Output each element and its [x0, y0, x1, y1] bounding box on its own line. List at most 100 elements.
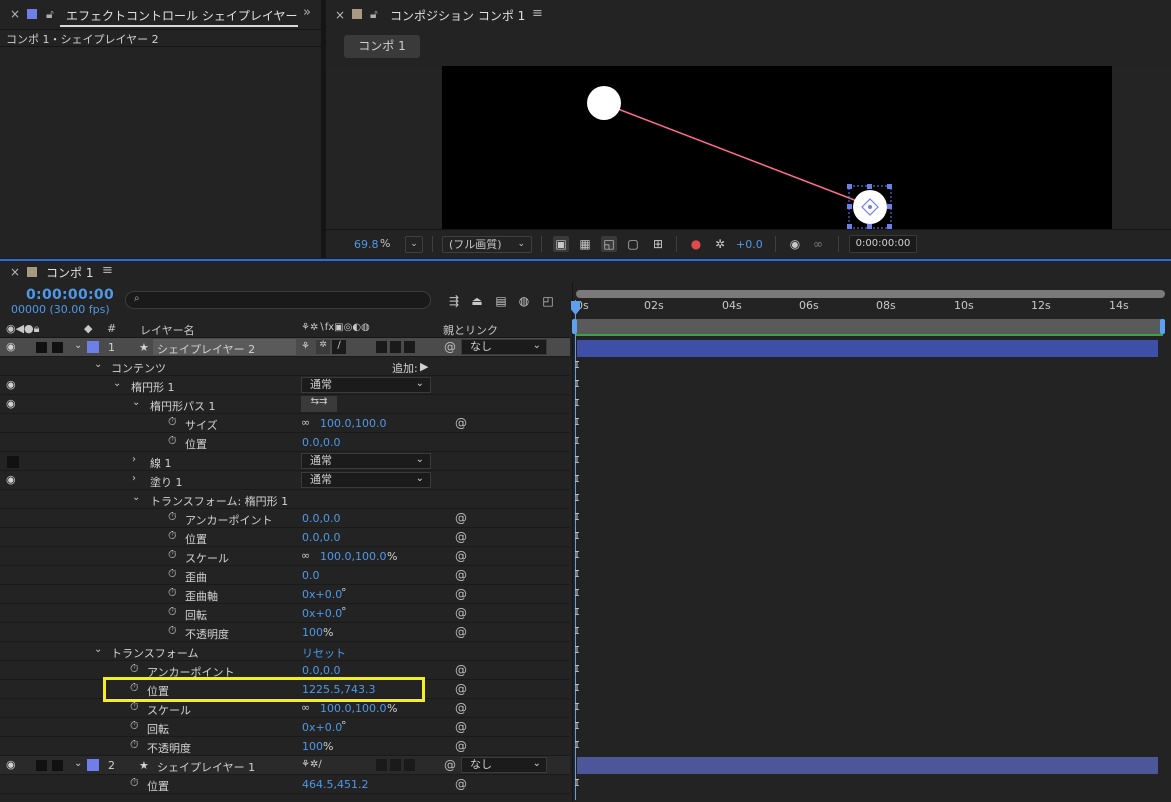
expression-pickwhip-icon[interactable]: @ — [455, 625, 467, 639]
switch-box[interactable] — [390, 341, 401, 353]
expression-pickwhip-icon[interactable]: @ — [455, 739, 467, 753]
expression-pickwhip-icon[interactable]: @ — [455, 777, 467, 791]
property-value[interactable]: 0x+0.0 — [302, 588, 342, 601]
eye-icon[interactable]: ◉ — [6, 758, 16, 771]
collapse-switch[interactable]: ✲ — [316, 340, 330, 354]
parent-dropdown[interactable]: なし ⌄ — [461, 339, 547, 355]
property-value[interactable]: 100.0,100.0 — [320, 417, 386, 430]
stopwatch-icon[interactable]: ⏱ — [168, 416, 180, 428]
stopwatch-icon[interactable]: ⏱ — [168, 625, 180, 637]
chevron-right-icon[interactable]: › — [132, 454, 136, 465]
keyframe-marker[interactable]: I — [574, 379, 580, 390]
motion-blur-icon[interactable]: ◍ — [516, 293, 532, 309]
comp-flow-button[interactable]: コンポ 1 — [344, 35, 420, 58]
switch-box[interactable] — [404, 341, 415, 353]
keyframe-marker[interactable]: I — [574, 664, 580, 675]
eye-icon[interactable]: ◉ — [6, 473, 16, 486]
property-value[interactable]: 0.0,0.0 — [302, 512, 340, 525]
close-icon[interactable]: × — [335, 8, 345, 22]
expression-pickwhip-icon[interactable]: @ — [455, 701, 467, 715]
color-management-icon[interactable]: ✲ — [712, 236, 728, 252]
visibility-switch[interactable] — [7, 456, 19, 468]
quality-switch[interactable]: ∕ — [332, 340, 346, 354]
parent-dropdown[interactable]: なし ⌄ — [461, 757, 547, 773]
property-value[interactable]: 0.0 — [302, 569, 320, 582]
property-value[interactable]: 100.0,100.0 — [320, 550, 386, 563]
resolution-dropdown[interactable]: (フル画質) ⌄ — [442, 236, 532, 253]
show-snapshot-icon[interactable]: ∞ — [810, 236, 826, 252]
effect-controls-tab-title[interactable]: エフェクトコントロール シェイプレイヤー — [66, 7, 297, 24]
property-row-opacity[interactable]: ⏱ 不透明度 100 % @ — [0, 737, 570, 756]
layer-name[interactable]: シェイプレイヤー 1 — [157, 759, 255, 775]
expression-pickwhip-icon[interactable]: @ — [455, 682, 467, 696]
expression-pickwhip-icon[interactable]: @ — [455, 530, 467, 544]
chevron-down-icon[interactable]: ⌄ — [132, 492, 140, 503]
ellipse-path-row[interactable]: ◉ ⌄ 楕円形パス 1 ⇆⇉ — [0, 395, 570, 414]
expression-pickwhip-icon[interactable]: @ — [455, 606, 467, 620]
expression-pickwhip-icon[interactable]: @ — [455, 587, 467, 601]
chevron-right-icon[interactable]: › — [132, 473, 136, 484]
comp-timecode-field[interactable]: 0:00:00:00 — [849, 235, 917, 253]
reset-link[interactable]: リセット — [302, 645, 346, 661]
stopwatch-icon[interactable]: ⏱ — [168, 549, 180, 561]
property-value[interactable]: 0x+0.0 — [302, 721, 342, 734]
property-value[interactable]: 0.0,0.0 — [302, 531, 340, 544]
ellipse-group-row[interactable]: ◉ ⌄ 楕円形 1 通常 ⌄ — [0, 376, 570, 395]
layer-2-duration-bar[interactable] — [577, 757, 1158, 774]
current-timecode[interactable]: 0:00:00:00 — [26, 287, 114, 303]
chevron-down-icon[interactable]: ⌄ — [94, 644, 102, 655]
label-icon[interactable]: ◆ — [84, 322, 92, 335]
add-play-icon[interactable]: ▶ — [420, 360, 428, 373]
zoom-value[interactable]: 69.8 — [354, 238, 379, 251]
panel-menu-icon[interactable]: ≡ — [532, 6, 543, 21]
lock-icon[interactable]: 🔓︎ — [46, 7, 54, 22]
shape-circle-1[interactable] — [587, 86, 621, 120]
lock-icon[interactable]: 🔓︎ — [370, 7, 378, 22]
av-features-icon[interactable]: ◉◀●🔒︎ — [6, 322, 40, 336]
keyframe-marker[interactable]: I — [574, 512, 580, 523]
fill-row[interactable]: ◉ › 塗り 1 通常 ⌄ — [0, 471, 570, 490]
chevron-down-icon[interactable]: ⌄ — [74, 340, 82, 351]
property-row-et-skew-axis[interactable]: ⏱ 歪曲軸 0x+0.0 ° @ — [0, 585, 570, 604]
keyframe-marker[interactable]: I — [574, 455, 580, 466]
solo-switch[interactable] — [36, 342, 47, 353]
blend-mode-dropdown[interactable]: 通常 ⌄ — [301, 453, 431, 469]
chevron-down-icon[interactable]: ⌄ — [113, 378, 121, 389]
pickwhip-icon[interactable]: @ — [444, 340, 456, 354]
constrain-proportions-icon[interactable]: ∞ — [301, 416, 310, 429]
mask-path-icon[interactable]: ◱ — [601, 236, 617, 252]
layer-row-2[interactable]: ◉ ⌄ 2 ★ シェイプレイヤー 1 ⚘✲∕ @ なし ⌄ — [0, 756, 570, 775]
chevron-down-icon[interactable]: ⌄ — [74, 758, 82, 769]
transform-row[interactable]: ⌄ トランスフォーム リセット — [0, 642, 570, 661]
property-row-et-scale[interactable]: ⏱ スケール ∞ 100.0,100.0 % @ — [0, 547, 570, 566]
keyframe-marker[interactable]: I — [574, 531, 580, 542]
keyframe-marker[interactable]: I — [574, 436, 580, 447]
channel-rgb-icon[interactable]: ● — [688, 236, 704, 252]
property-value[interactable]: 100.0,100.0 — [320, 702, 386, 715]
property-row-et-skew[interactable]: ⏱ 歪曲 0.0 @ — [0, 566, 570, 585]
constrain-proportions-icon[interactable]: ∞ — [301, 549, 310, 562]
keyframe-marker[interactable]: I — [574, 493, 580, 504]
stopwatch-icon[interactable]: ⏱ — [130, 663, 142, 675]
keyframe-marker[interactable]: I — [574, 740, 580, 751]
eye-icon[interactable]: ◉ — [6, 340, 16, 353]
property-row-et-position[interactable]: ⏱ 位置 0.0,0.0 @ — [0, 528, 570, 547]
frame-blending-icon[interactable]: ▤ — [493, 293, 509, 309]
layer-label-color[interactable] — [87, 341, 99, 353]
shy-layers-icon[interactable]: ⏏ — [469, 293, 485, 309]
overflow-icon[interactable]: » — [303, 5, 311, 20]
close-icon[interactable]: × — [10, 265, 20, 279]
lock-switch[interactable] — [52, 342, 63, 353]
comp-mini-flowchart-icon[interactable]: ⇶ — [446, 293, 462, 309]
transparency-grid-icon[interactable]: ▦ — [577, 236, 593, 252]
property-row-et-rotation[interactable]: ⏱ 回転 0x+0.0 ° @ — [0, 604, 570, 623]
pickwhip-icon[interactable]: @ — [444, 758, 456, 772]
keyframe-marker[interactable]: I — [574, 474, 580, 485]
column-header-layer-name[interactable]: レイヤー名 — [140, 322, 195, 338]
layer-label-color[interactable] — [87, 759, 99, 771]
lock-switch[interactable] — [52, 760, 63, 771]
expression-pickwhip-icon[interactable]: @ — [455, 663, 467, 677]
time-ruler[interactable] — [576, 298, 1165, 318]
layer-row-1[interactable]: ◉ ⌄ 1 ★ シェイプレイヤー 2 ⚘ ✲ ∕ @ なし ⌄ — [0, 338, 570, 357]
keyframe-marker[interactable]: I — [574, 569, 580, 580]
